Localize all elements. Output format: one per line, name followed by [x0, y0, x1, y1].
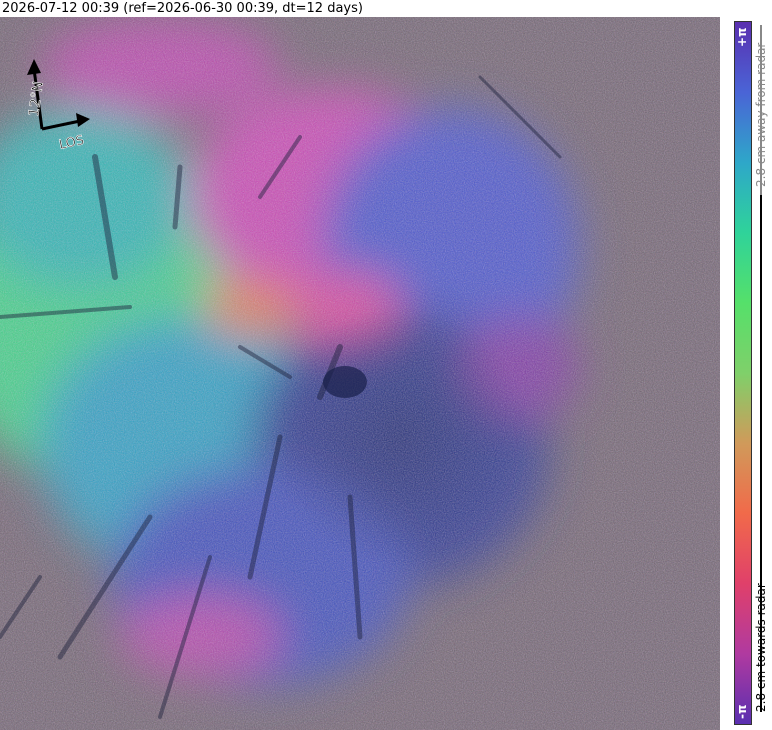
north-label: 12°N: [26, 80, 47, 117]
colorbar-gradient: [734, 21, 752, 725]
colorbar: +π -π 2.8 cm away from radar 2.8 cm towa…: [722, 17, 772, 730]
summit-crater: [323, 366, 367, 398]
compass-icon: 12°N LOS: [26, 59, 90, 153]
away-from-radar-label: 2.8 cm away from radar: [754, 42, 768, 187]
los-label: LOS: [58, 133, 86, 153]
interferogram-image: [0, 17, 720, 730]
towards-radar-label: 2.8 cm towards radar: [754, 583, 768, 712]
colorbar-top-label: +π: [735, 27, 749, 47]
page-title: 2026-07-12 00:39 (ref=2026-06-30 00:39, …: [2, 1, 363, 16]
interferogram-map: 12°N LOS: [0, 17, 720, 730]
colorbar-bottom-label: -π: [735, 704, 749, 719]
